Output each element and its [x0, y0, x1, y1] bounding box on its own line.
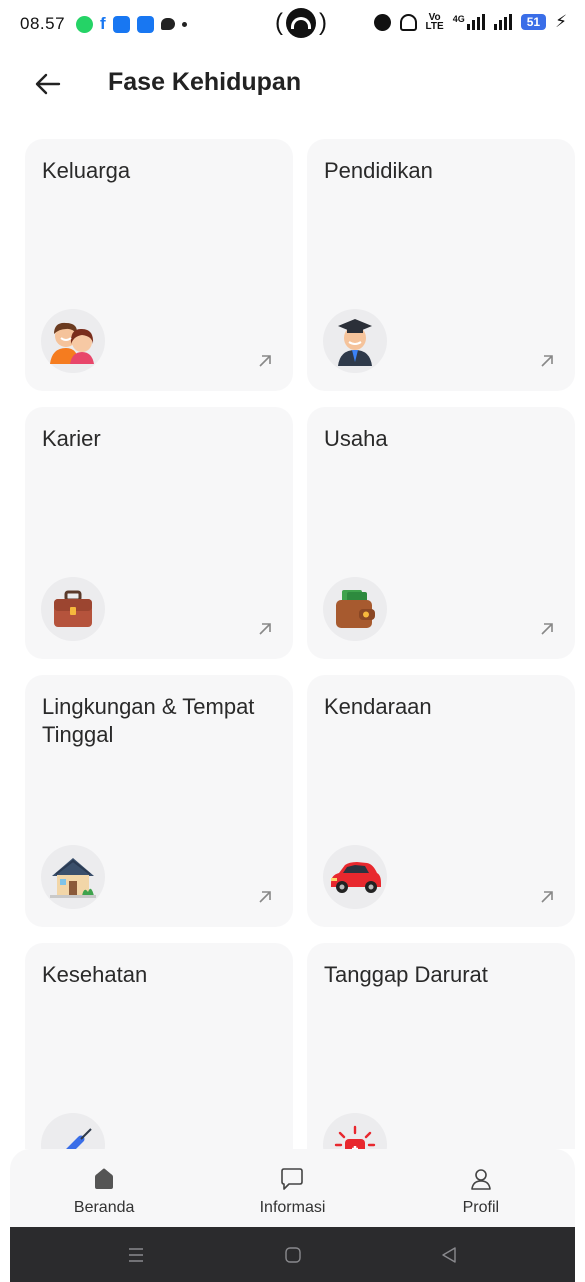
- user-icon: [467, 1165, 495, 1193]
- app-bar: Fase Kehidupan: [0, 60, 585, 110]
- card-kesehatan[interactable]: Kesehatan: [25, 943, 293, 1149]
- menu-lines-icon: [129, 1247, 144, 1262]
- nav-item-informasi[interactable]: Informasi: [198, 1149, 386, 1227]
- briefcase-icon: [41, 577, 105, 641]
- page-title: Fase Kehidupan: [108, 68, 302, 96]
- whatsapp-icon: [76, 15, 94, 33]
- graduate-icon: [323, 309, 387, 373]
- arrow-up-right-icon: [259, 891, 271, 903]
- card-title: Tanggap Darurat: [324, 962, 488, 987]
- status-time: 08.57: [20, 14, 66, 33]
- messenger-icon: [112, 15, 130, 33]
- facebook-icon: f: [100, 14, 106, 33]
- messenger-icon-2: [136, 15, 154, 33]
- nav-item-beranda[interactable]: Beranda: [10, 1149, 198, 1227]
- back-button[interactable]: [34, 70, 62, 98]
- card-keluarga[interactable]: Keluarga: [25, 139, 293, 391]
- nav-label: Profil: [462, 1199, 500, 1216]
- nav-label: Beranda: [73, 1199, 135, 1216]
- card-title: Lingkungan & Tempat Tinggal: [42, 694, 255, 747]
- square-icon: [284, 1246, 301, 1263]
- card-title: Karier: [42, 426, 101, 451]
- emergency-siren-icon: [323, 1113, 387, 1149]
- system-navigation-bar: [10, 1227, 575, 1282]
- mute-icon: [399, 13, 417, 31]
- bottom-navigation: Beranda Informasi Profil: [10, 1149, 575, 1227]
- volte-icon: Vo LTE: [425, 12, 444, 32]
- status-bar: 08.57 f () Vo LTE 4G 51 ⚡: [0, 0, 585, 48]
- card-title: Pendidikan: [324, 158, 433, 183]
- card-pendidikan[interactable]: Pendidikan: [307, 139, 575, 391]
- card-title: Kesehatan: [42, 962, 148, 987]
- card-title: Keluarga: [42, 158, 131, 183]
- wallet-icon: [323, 577, 387, 641]
- card-title: Kendaraan: [324, 694, 432, 719]
- card-karier[interactable]: Karier: [25, 407, 293, 659]
- signal-4g-icon: 4G: [453, 14, 485, 30]
- home-icon: [90, 1165, 118, 1193]
- life-phase-grid: Keluarga Pendidikan Karier Usaha Lingkun…: [25, 139, 575, 1149]
- triangle-back-icon: [442, 1246, 456, 1263]
- charging-icon: ⚡: [555, 12, 567, 31]
- chat-bubble-icon: [278, 1165, 306, 1193]
- card-lingkungan-tempat-tinggal[interactable]: Lingkungan & Tempat Tinggal: [25, 675, 293, 927]
- arrow-up-right-icon: [259, 355, 271, 367]
- back-system-button[interactable]: [419, 1235, 479, 1275]
- hotspot-indicator: (): [275, 8, 327, 38]
- car-icon: [323, 845, 387, 909]
- hotspot-icon: [286, 8, 316, 38]
- card-tanggap-darurat[interactable]: Tanggap Darurat: [307, 943, 575, 1149]
- signal-icon: [493, 14, 512, 30]
- home-system-button[interactable]: [263, 1235, 323, 1275]
- arrow-up-right-icon: [541, 891, 553, 903]
- arrow-left-icon: [35, 73, 61, 95]
- arrow-up-right-icon: [541, 355, 553, 367]
- house-icon: [41, 845, 105, 909]
- alarm-icon: [373, 13, 391, 31]
- syringe-icon: [41, 1113, 105, 1149]
- nav-item-profil[interactable]: Profil: [387, 1149, 575, 1227]
- card-kendaraan[interactable]: Kendaraan: [307, 675, 575, 927]
- arrow-up-right-icon: [259, 623, 271, 635]
- recents-button[interactable]: [106, 1235, 166, 1275]
- nav-label: Informasi: [259, 1199, 326, 1216]
- battery-icon: 51: [520, 14, 547, 30]
- more-notifications-dot: [181, 21, 187, 27]
- card-usaha[interactable]: Usaha: [307, 407, 575, 659]
- chat-notification-icon: [160, 18, 175, 30]
- card-title: Usaha: [324, 426, 388, 451]
- family-icon: [41, 309, 105, 373]
- arrow-up-right-icon: [541, 623, 553, 635]
